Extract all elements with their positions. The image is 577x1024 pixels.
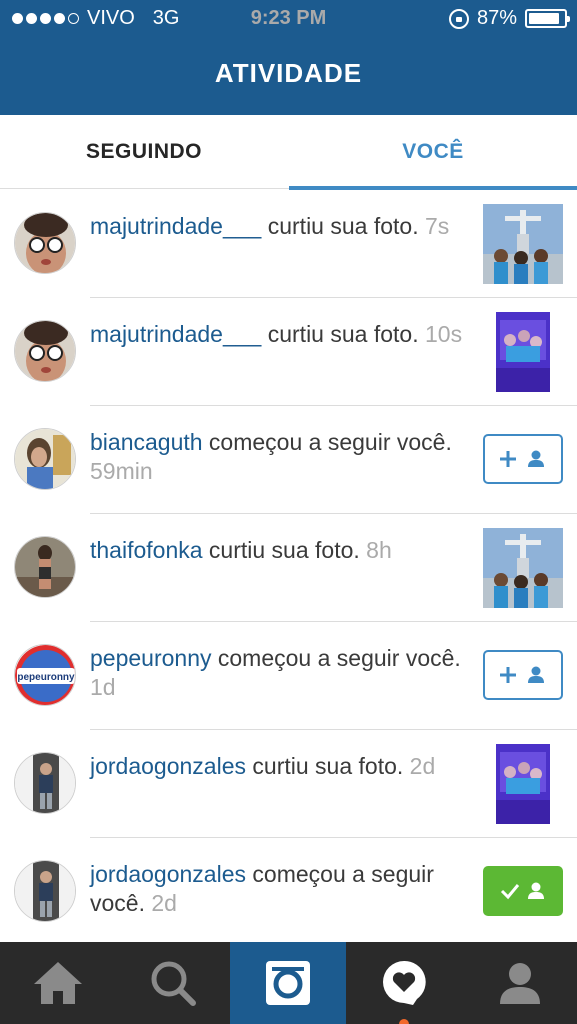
avatar[interactable] bbox=[14, 428, 76, 490]
username-link[interactable]: pepeuronny bbox=[90, 645, 212, 671]
battery-icon bbox=[525, 9, 570, 28]
activity-timestamp: 59min bbox=[90, 458, 153, 484]
activity-item[interactable]: majutrindade___ curtiu sua foto. 7s bbox=[0, 190, 577, 298]
avatar[interactable] bbox=[14, 212, 76, 274]
follow-button[interactable] bbox=[483, 434, 563, 484]
tab-profile[interactable] bbox=[462, 942, 577, 1024]
activity-timestamp: 7s bbox=[418, 213, 450, 239]
avatar[interactable] bbox=[14, 536, 76, 598]
avatar[interactable] bbox=[14, 860, 76, 922]
home-icon bbox=[33, 962, 82, 1004]
search-icon bbox=[151, 961, 196, 1006]
activity-action: começou a seguir você. bbox=[202, 429, 452, 455]
activity-timestamp: 2d bbox=[403, 753, 436, 779]
status-bar: VIVO 3G 9:23 PM 87% bbox=[0, 0, 577, 38]
activity-text: jordaogonzales começou a seguir você. 2d bbox=[90, 860, 465, 918]
tab-following[interactable]: SEGUINDO bbox=[0, 115, 288, 189]
username-link[interactable]: majutrindade___ bbox=[90, 213, 261, 239]
activity-text: pepeuronny começou a seguir você. 1d bbox=[90, 644, 465, 702]
activity-text: biancaguth começou a seguir você. 59min bbox=[90, 428, 465, 486]
activity-timestamp: 8h bbox=[359, 537, 392, 563]
bottom-tab-bar bbox=[0, 942, 577, 1024]
top-header: VIVO 3G 9:23 PM 87% ATIVIDADE bbox=[0, 0, 577, 115]
username-link[interactable]: thaifofonka bbox=[90, 537, 203, 563]
activity-item[interactable]: biancaguth começou a seguir você. 59min bbox=[0, 406, 577, 514]
activity-item[interactable]: jordaogonzales começou a seguir você. 2d bbox=[0, 838, 577, 942]
avatar[interactable]: pepeuronny bbox=[14, 644, 76, 706]
activity-item[interactable]: thaifofonka curtiu sua foto. 8h bbox=[0, 514, 577, 622]
photo-thumbnail[interactable] bbox=[483, 204, 563, 284]
activity-timestamp: 10s bbox=[418, 321, 463, 347]
avatar[interactable] bbox=[14, 752, 76, 814]
activity-item[interactable]: jordaogonzales curtiu sua foto. 2d bbox=[0, 730, 577, 838]
camera-icon bbox=[266, 961, 310, 1005]
activity-timestamp: 1d bbox=[90, 674, 116, 700]
tab-activity[interactable] bbox=[346, 942, 462, 1024]
username-link[interactable]: majutrindade___ bbox=[90, 321, 261, 347]
svg-text:pepeuronny: pepeuronny bbox=[17, 672, 75, 683]
activity-action: começou a seguir você. bbox=[211, 645, 461, 671]
avatar[interactable] bbox=[14, 320, 76, 382]
activity-text: majutrindade___ curtiu sua foto. 10s bbox=[90, 320, 465, 349]
activity-tabs: SEGUINDO VOCÊ bbox=[0, 115, 577, 190]
activity-text: thaifofonka curtiu sua foto. 8h bbox=[90, 536, 465, 565]
username-link[interactable]: biancaguth bbox=[90, 429, 203, 455]
rotation-lock-icon bbox=[448, 8, 469, 29]
activity-item[interactable]: majutrindade___ curtiu sua foto. 10s bbox=[0, 298, 577, 406]
page-title: ATIVIDADE bbox=[214, 58, 363, 88]
activity-item[interactable]: pepeuronny pepeuronny começou a seguir vo… bbox=[0, 622, 577, 730]
profile-icon bbox=[499, 963, 540, 1004]
activity-timestamp: 2d bbox=[144, 890, 177, 916]
notification-dot bbox=[399, 1019, 409, 1024]
activity-action: curtiu sua foto. bbox=[261, 321, 419, 347]
tab-you[interactable]: VOCÊ bbox=[289, 115, 577, 190]
following-button[interactable] bbox=[483, 866, 563, 916]
tab-search[interactable] bbox=[115, 942, 230, 1024]
follow-button[interactable] bbox=[483, 650, 563, 700]
activity-action: curtiu sua foto. bbox=[261, 213, 419, 239]
username-link[interactable]: jordaogonzales bbox=[90, 861, 246, 887]
activity-heart-icon bbox=[383, 960, 426, 1005]
tab-home[interactable] bbox=[0, 942, 115, 1024]
activity-text: majutrindade___ curtiu sua foto. 7s bbox=[90, 212, 465, 241]
photo-thumbnail[interactable] bbox=[483, 528, 563, 608]
photo-thumbnail[interactable] bbox=[496, 312, 550, 392]
battery-percent: 87% bbox=[476, 7, 517, 29]
tab-camera[interactable] bbox=[230, 942, 346, 1024]
activity-action: curtiu sua foto. bbox=[202, 537, 360, 563]
activity-feed[interactable]: majutrindade___ curtiu sua foto. 7s majut… bbox=[0, 190, 577, 942]
activity-text: jordaogonzales curtiu sua foto. 2d bbox=[90, 752, 465, 781]
activity-action: curtiu sua foto. bbox=[246, 753, 404, 779]
username-link[interactable]: jordaogonzales bbox=[90, 753, 246, 779]
photo-thumbnail[interactable] bbox=[496, 744, 550, 824]
